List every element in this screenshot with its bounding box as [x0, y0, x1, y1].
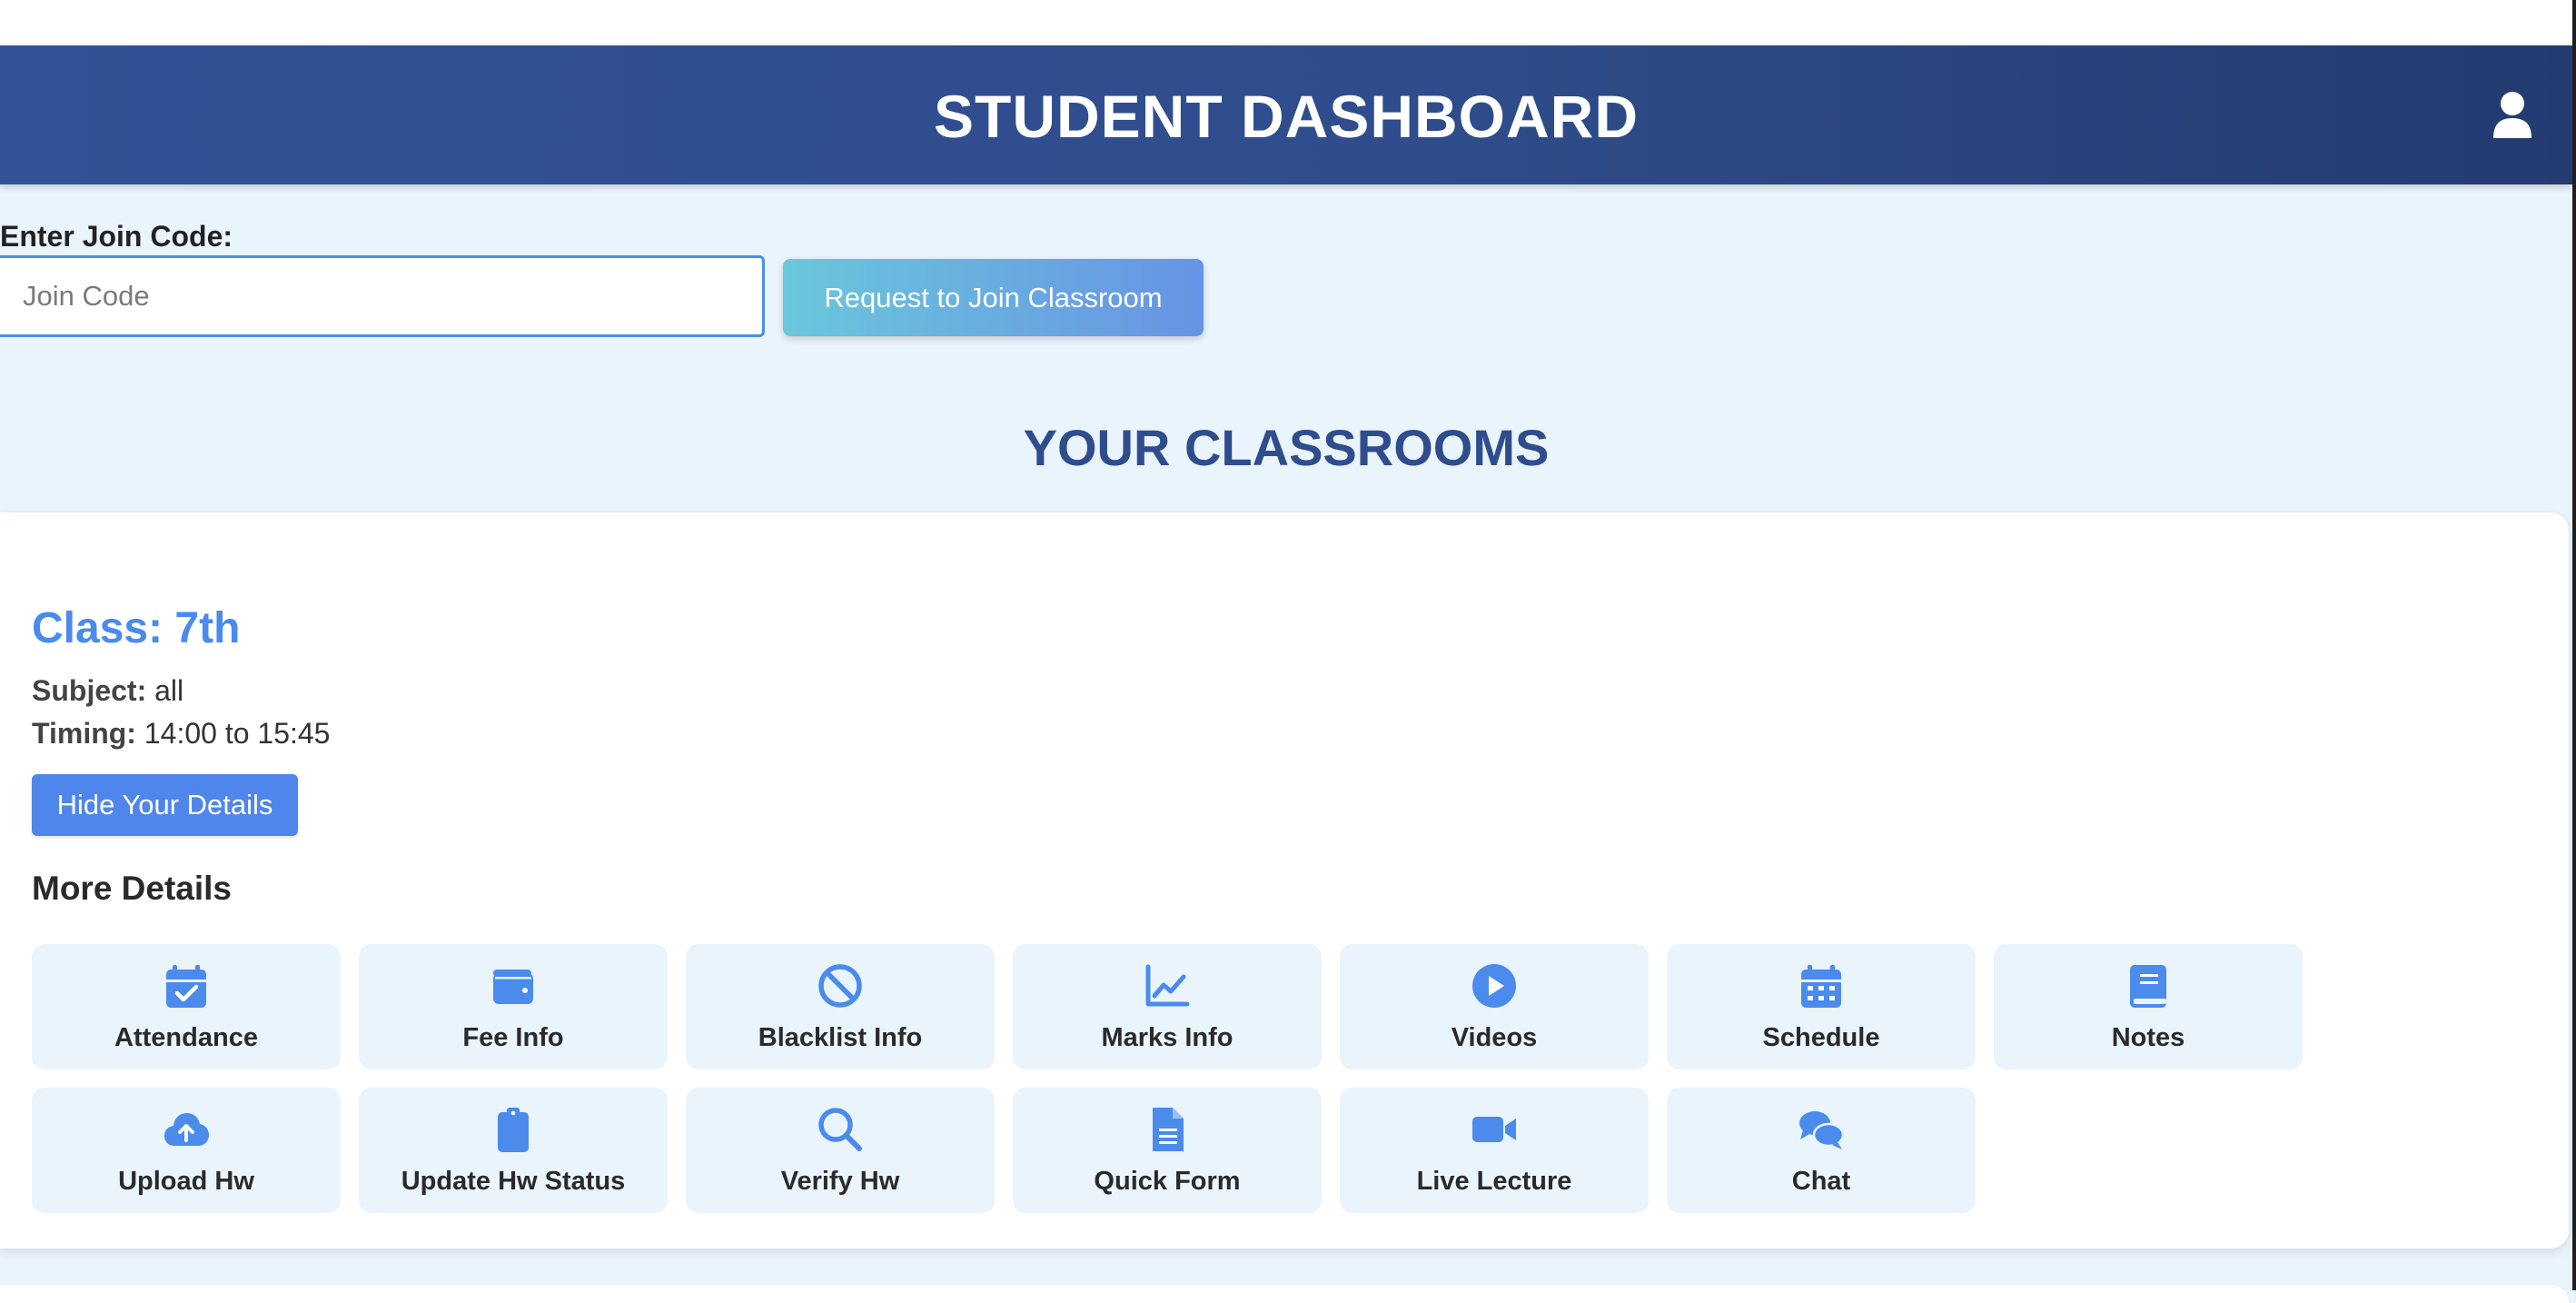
join-code-input[interactable] — [0, 255, 765, 337]
calendar-check-icon — [166, 965, 206, 1008]
page-title: STUDENT DASHBOARD — [934, 83, 1639, 150]
tile-label: Fee Info — [462, 1023, 564, 1052]
book-icon — [2130, 965, 2166, 1008]
tile-notes[interactable]: Notes — [1994, 944, 2303, 1069]
hide-details-button[interactable]: Hide Your Details — [32, 774, 298, 836]
join-code-label: Enter Join Code: — [0, 220, 233, 253]
class-title: Class: 7th — [32, 604, 241, 652]
classroom-card: Class: 7th Subject: all Timing: 14:00 to… — [0, 512, 2569, 1248]
tile-label: Update Hw Status — [401, 1167, 626, 1196]
tile-label: Verify Hw — [780, 1167, 900, 1196]
tile-attendance[interactable]: Attendance — [32, 944, 341, 1069]
subject-label: Subject: — [32, 674, 147, 707]
tile-blacklist-info[interactable]: Blacklist Info — [686, 944, 995, 1069]
cloud-upload-icon — [164, 1113, 209, 1146]
ban-icon — [818, 964, 862, 1008]
tile-label: Quick Form — [1094, 1167, 1241, 1196]
timing-value: 14:00 to 15:45 — [144, 717, 331, 750]
tile-upload-hw[interactable]: Upload Hw — [32, 1088, 341, 1213]
tile-label: Marks Info — [1101, 1023, 1234, 1052]
magnifier-icon — [818, 1108, 862, 1151]
top-strip — [0, 0, 2576, 45]
tile-marks-info[interactable]: Marks Info — [1013, 944, 1322, 1069]
more-details-title: More Details — [32, 870, 233, 907]
next-classroom-card — [0, 1285, 2569, 1303]
chat-bubbles-icon — [1799, 1111, 1845, 1149]
subject-line: Subject: all — [32, 674, 183, 708]
clipboard-icon — [498, 1108, 529, 1152]
tile-update-hw-status[interactable]: Update Hw Status — [359, 1088, 668, 1213]
timing-line: Timing: 14:00 to 15:45 — [32, 717, 330, 751]
dashboard-header: STUDENT DASHBOARD — [0, 45, 2572, 184]
document-icon — [1153, 1108, 1184, 1151]
tile-verify-hw[interactable]: Verify Hw — [686, 1088, 995, 1213]
wallet-icon — [493, 970, 533, 1004]
timing-label: Timing: — [32, 717, 136, 750]
calendar-icon — [1801, 965, 1841, 1008]
tile-schedule[interactable]: Schedule — [1667, 944, 1976, 1069]
tile-quick-form[interactable]: Quick Form — [1013, 1088, 1322, 1213]
subject-value: all — [154, 674, 184, 707]
tile-label: Live Lecture — [1416, 1167, 1572, 1196]
tile-videos[interactable]: Videos — [1340, 944, 1649, 1069]
video-camera-icon — [1472, 1117, 1516, 1142]
line-chart-icon — [1145, 964, 1190, 1007]
tile-label: Videos — [1451, 1023, 1538, 1052]
tile-label: Chat — [1791, 1167, 1851, 1196]
tile-live-lecture[interactable]: Live Lecture — [1340, 1088, 1649, 1213]
classrooms-section-title: YOUR CLASSROOMS — [1023, 419, 1550, 476]
tile-label: Blacklist Info — [758, 1023, 923, 1052]
window-edge — [2572, 0, 2576, 1290]
tile-label: Schedule — [1762, 1023, 1880, 1052]
request-join-button[interactable]: Request to Join Classroom — [783, 259, 1204, 336]
tile-fee-info[interactable]: Fee Info — [359, 944, 668, 1069]
tile-label: Upload Hw — [118, 1167, 254, 1196]
user-icon[interactable] — [2492, 91, 2533, 140]
play-circle-icon — [1472, 964, 1516, 1008]
tile-label: Attendance — [114, 1023, 258, 1052]
tile-label: Notes — [2111, 1023, 2185, 1052]
tile-chat[interactable]: Chat — [1667, 1088, 1976, 1213]
